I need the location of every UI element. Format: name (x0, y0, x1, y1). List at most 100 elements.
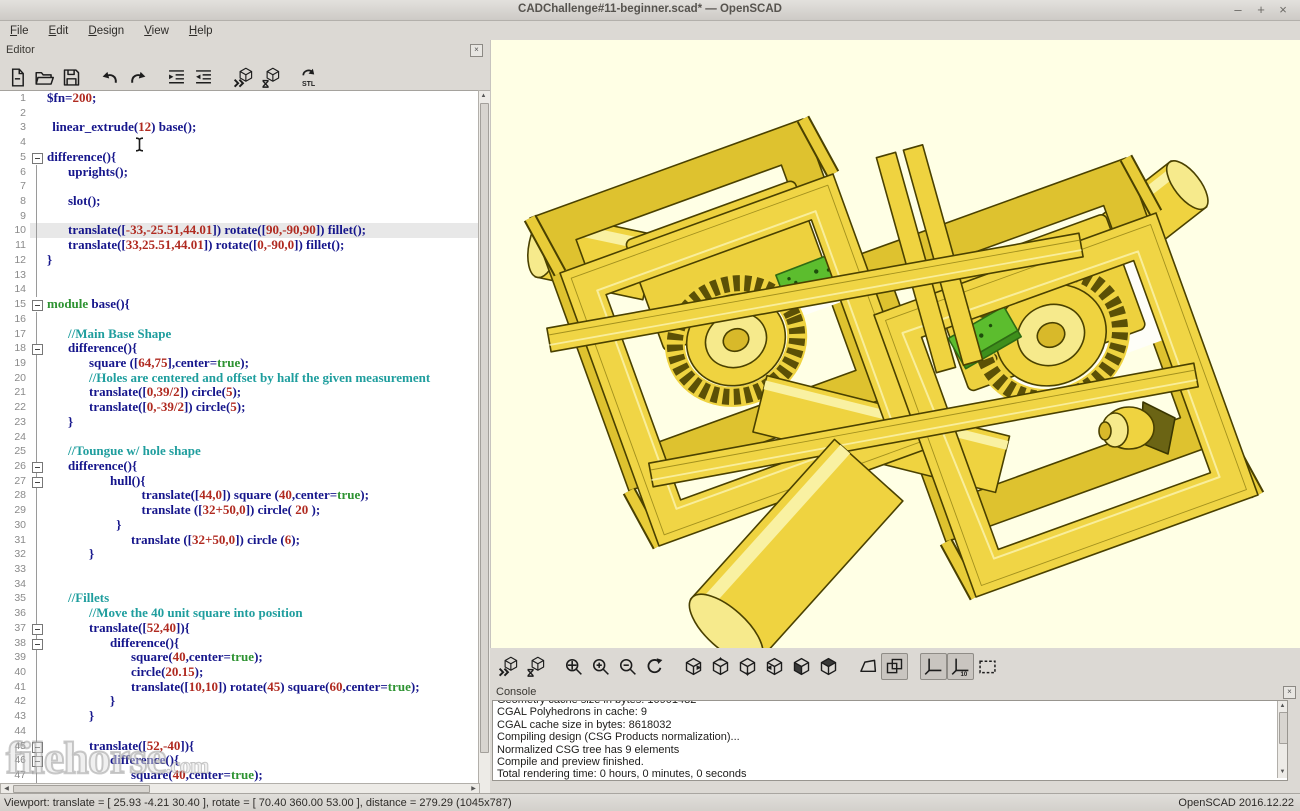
view-bottom-button[interactable] (734, 653, 761, 680)
code-line[interactable]: 10translate([-33,-25.51,44.01]) rotate([… (0, 223, 478, 238)
code-line[interactable]: 5difference(){ (0, 150, 478, 165)
fold-column[interactable] (30, 739, 45, 754)
code-editor[interactable]: 1$fn=200;23linear_extrude(12) base();45d… (0, 90, 478, 811)
code-line[interactable]: 36//Move the 40 unit square into positio… (0, 606, 478, 621)
show-axes-button[interactable] (920, 653, 947, 680)
code-line[interactable]: 26difference(){ (0, 459, 478, 474)
code-line[interactable]: 16 (0, 312, 478, 327)
code-line[interactable]: 46difference(){ (0, 753, 478, 768)
code-line[interactable]: 3linear_extrude(12) base(); (0, 120, 478, 135)
code-line[interactable]: 35//Fillets (0, 591, 478, 606)
code-line[interactable]: 19square ([64,75],center=true); (0, 356, 478, 371)
render-button[interactable] (521, 653, 548, 680)
orthogonal-button[interactable] (881, 653, 908, 680)
code-line[interactable]: 44 (0, 724, 478, 739)
zoom-out-button[interactable] (614, 653, 641, 680)
export-stl-button[interactable] (295, 64, 322, 91)
code-line[interactable]: 20//Holes are centered and offset by hal… (0, 371, 478, 386)
code-line[interactable]: 8slot(); (0, 194, 478, 209)
fold-column[interactable] (30, 459, 45, 474)
console-close-icon[interactable]: × (1283, 686, 1296, 699)
open-button[interactable] (31, 64, 58, 91)
code-line[interactable]: 21translate([0,39/2]) circle(5); (0, 385, 478, 400)
view-all-button[interactable] (974, 653, 1001, 680)
code-line[interactable]: 43} (0, 709, 478, 724)
code-line[interactable]: 31translate ([32+50,0]) circle (6); (0, 533, 478, 548)
scroll-down-icon[interactable]: ▼ (1278, 768, 1287, 777)
code-line[interactable]: 12} (0, 253, 478, 268)
scroll-up-icon[interactable]: ▲ (479, 92, 488, 101)
zoom-all-button[interactable] (560, 653, 587, 680)
menu-item-edit[interactable]: Edit (39, 23, 79, 39)
show-scale-markers-button[interactable] (947, 653, 974, 680)
minimize-icon[interactable]: – (1228, 2, 1248, 18)
menu-item-design[interactable]: Design (78, 23, 134, 39)
code-line[interactable]: 1$fn=200; (0, 91, 478, 106)
code-line[interactable]: 15module base(){ (0, 297, 478, 312)
close-icon[interactable]: × (1273, 2, 1293, 18)
fold-column[interactable] (30, 297, 45, 312)
code-line[interactable]: 47square(40,center=true); (0, 768, 478, 783)
view-right-button[interactable] (680, 653, 707, 680)
menu-item-help[interactable]: Help (179, 23, 223, 39)
reset-view-button[interactable] (641, 653, 668, 680)
undo-button[interactable] (97, 64, 124, 91)
code-line[interactable]: 38difference(){ (0, 636, 478, 651)
title-bar[interactable]: CADChallenge#11-beginner.scad* — OpenSCA… (0, 0, 1300, 21)
perspective-button[interactable] (854, 653, 881, 680)
view-left-button[interactable] (761, 653, 788, 680)
code-line[interactable]: 13 (0, 268, 478, 283)
code-line[interactable]: 23} (0, 415, 478, 430)
scroll-up-icon[interactable]: ▲ (1278, 702, 1287, 711)
code-line[interactable]: 4 (0, 135, 478, 150)
zoom-in-button[interactable] (587, 653, 614, 680)
code-line[interactable]: 27hull(){ (0, 474, 478, 489)
code-line[interactable]: 34 (0, 577, 478, 592)
redo-button[interactable] (124, 64, 151, 91)
code-line[interactable]: 32} (0, 547, 478, 562)
fold-column[interactable] (30, 753, 45, 768)
code-line[interactable]: 6uprights(); (0, 165, 478, 180)
code-line[interactable]: 11translate([33,25.51,44.01]) rotate([0,… (0, 238, 478, 253)
unindent-button[interactable] (190, 64, 217, 91)
code-line[interactable]: 7 (0, 179, 478, 194)
menu-item-view[interactable]: View (134, 23, 179, 39)
code-line[interactable]: 28translate([44,0]) square (40,center=tr… (0, 488, 478, 503)
menu-item-file[interactable]: File (0, 23, 39, 39)
code-line[interactable]: 2 (0, 106, 478, 121)
fold-column[interactable] (30, 474, 45, 489)
fold-column[interactable] (30, 621, 45, 636)
view-back-button[interactable] (815, 653, 842, 680)
view-front-button[interactable] (788, 653, 815, 680)
editor-close-icon[interactable]: × (470, 44, 483, 57)
code-line[interactable]: 42} (0, 694, 478, 709)
render-button[interactable] (256, 64, 283, 91)
3d-viewport[interactable] (490, 40, 1300, 648)
code-line[interactable]: 22translate([0,-39/2]) circle(5); (0, 400, 478, 415)
preview-button[interactable] (494, 653, 521, 680)
code-line[interactable]: 41translate([10,10]) rotate(45) square(6… (0, 680, 478, 695)
code-line[interactable]: 9 (0, 209, 478, 224)
code-line[interactable]: 24 (0, 430, 478, 445)
fold-column[interactable] (30, 636, 45, 651)
fold-column[interactable] (30, 341, 45, 356)
code-line[interactable]: 14 (0, 282, 478, 297)
code-line[interactable]: 17//Main Base Shape (0, 327, 478, 342)
code-line[interactable]: 33 (0, 562, 478, 577)
view-top-button[interactable] (707, 653, 734, 680)
preview-button[interactable] (229, 64, 256, 91)
code-line[interactable]: 25//Toungue w/ hole shape (0, 444, 478, 459)
code-line[interactable]: 18difference(){ (0, 341, 478, 356)
indent-button[interactable] (163, 64, 190, 91)
save-button[interactable] (58, 64, 85, 91)
code-line[interactable]: 37translate([52,40]){ (0, 621, 478, 636)
code-line[interactable]: 45translate([52,-40]){ (0, 739, 478, 754)
code-line[interactable]: 29translate ([32+50,0]) circle( 20 ); (0, 503, 478, 518)
code-line[interactable]: 39square(40,center=true); (0, 650, 478, 665)
fold-column[interactable] (30, 150, 45, 165)
console-scrollbar[interactable]: ▲ ▼ (1277, 701, 1288, 778)
new-file-button[interactable] (4, 64, 31, 91)
maximize-icon[interactable]: + (1251, 2, 1271, 18)
code-line[interactable]: 30} (0, 518, 478, 533)
code-line[interactable]: 40circle(20.15); (0, 665, 478, 680)
